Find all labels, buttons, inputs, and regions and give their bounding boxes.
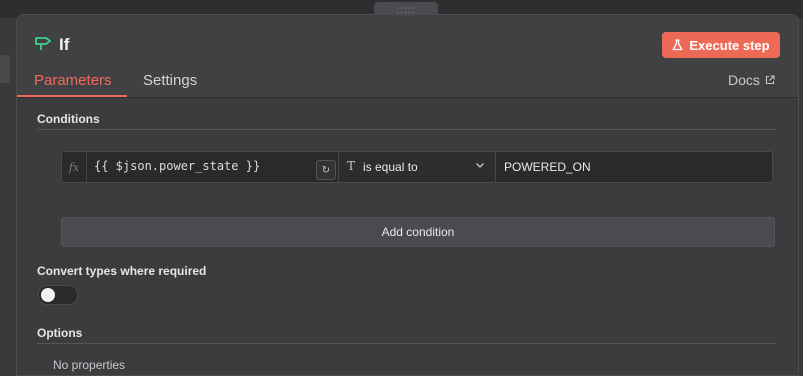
no-properties-text: No properties bbox=[53, 358, 126, 372]
flask-icon bbox=[672, 39, 683, 51]
docs-label: Docs bbox=[728, 72, 760, 88]
execute-step-button[interactable]: Execute step bbox=[662, 32, 780, 58]
backdrop-sidebar-edge bbox=[0, 55, 10, 83]
condition-left-value[interactable]: {{ $json.power_state }} bbox=[94, 159, 260, 173]
conditions-heading: Conditions bbox=[37, 112, 100, 126]
string-type-icon: T bbox=[347, 159, 356, 173]
condition-right-value[interactable]: POWERED_ON bbox=[504, 160, 591, 174]
condition-row: fx {{ $json.power_state }} ↻ T is equal … bbox=[61, 151, 773, 183]
parameters-content: Conditions fx {{ $json.power_state }} ↻ … bbox=[17, 97, 798, 375]
operator-label: is equal to bbox=[363, 160, 418, 174]
convert-types-toggle[interactable] bbox=[38, 285, 78, 305]
options-divider bbox=[37, 343, 777, 344]
condition-operator-select[interactable]: T is equal to bbox=[338, 152, 496, 182]
conditions-divider bbox=[37, 129, 777, 130]
expression-mapping-icon[interactable]: ↻ bbox=[316, 160, 336, 180]
chevron-down-icon bbox=[476, 163, 484, 168]
convert-types-label: Convert types where required bbox=[37, 264, 207, 278]
node-parameters-panel: If Execute step Parameters Settings Docs… bbox=[16, 14, 799, 376]
signpost-icon bbox=[35, 37, 51, 50]
external-link-icon bbox=[765, 75, 775, 85]
toggle-knob bbox=[41, 288, 55, 302]
tab-settings[interactable]: Settings bbox=[143, 72, 197, 89]
panel-header: If Execute step Parameters Settings Docs bbox=[17, 15, 798, 97]
docs-link[interactable]: Docs bbox=[728, 72, 775, 88]
expression-fx-icon: fx bbox=[62, 152, 87, 182]
execute-step-label: Execute step bbox=[689, 37, 770, 53]
node-title: If bbox=[59, 35, 70, 54]
options-heading: Options bbox=[37, 326, 83, 340]
tab-parameters[interactable]: Parameters bbox=[34, 72, 112, 89]
add-condition-button[interactable]: Add condition bbox=[61, 217, 775, 247]
